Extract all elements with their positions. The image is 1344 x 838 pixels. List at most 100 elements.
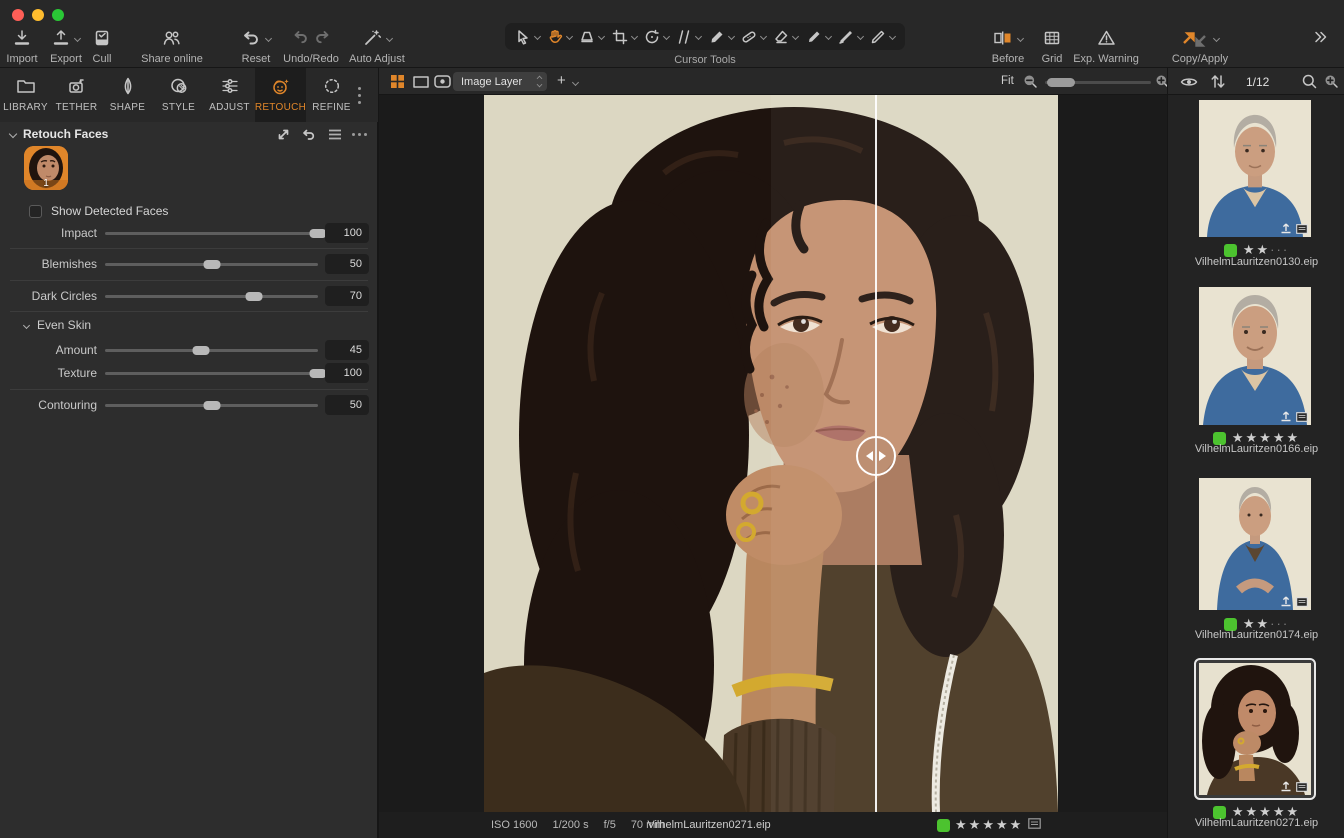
export-button[interactable]: Export <box>44 27 88 65</box>
amount-slider-handle[interactable] <box>192 346 209 355</box>
annotations-icon <box>1296 412 1308 422</box>
add-layer-button[interactable]: + <box>557 72 566 89</box>
impact-slider[interactable] <box>105 232 318 235</box>
thumbnail-0166-filename: VilhelmLauritzen0166.eip <box>1168 443 1344 455</box>
green-color-tag[interactable] <box>937 819 950 832</box>
tab-retouch[interactable]: RETOUCH <box>255 68 306 122</box>
dark-circles-slider[interactable] <box>105 295 318 298</box>
blemishes-slider[interactable] <box>105 263 318 266</box>
search-icon[interactable] <box>1302 74 1317 92</box>
reset-button[interactable]: Reset <box>228 27 284 65</box>
tab-refine[interactable]: REFINE <box>306 68 357 122</box>
thumbnail-0271[interactable] <box>1199 663 1311 795</box>
add-layer-chevron-icon[interactable] <box>572 79 579 86</box>
zoom-slider[interactable] <box>1045 81 1151 84</box>
blemishes-value[interactable]: 50 <box>325 254 369 274</box>
proof-view-icon[interactable] <box>434 75 451 91</box>
texture-slider-handle[interactable] <box>310 369 327 378</box>
panel-presets-icon[interactable] <box>328 129 342 140</box>
panel-collapse-chevron-icon[interactable] <box>9 130 17 138</box>
show-detected-faces-label: Show Detected Faces <box>51 204 168 218</box>
contouring-value[interactable]: 50 <box>325 395 369 415</box>
multi-view-icon[interactable] <box>391 75 404 91</box>
browser-filter-eye-icon[interactable] <box>1180 76 1198 91</box>
spot-removal-tool-button[interactable] <box>709 29 734 45</box>
draw-mask-tool-button[interactable] <box>806 29 831 45</box>
before-toggle-button[interactable]: Before <box>980 27 1036 65</box>
tab-adjust[interactable]: ADJUST <box>204 68 255 122</box>
tab-adjust-label: ADJUST <box>209 102 250 113</box>
crop-tool-button[interactable] <box>612 29 637 45</box>
minimize-window-button[interactable] <box>32 9 44 21</box>
undo-redo-button[interactable]: Undo/Redo <box>278 27 344 65</box>
zoom-out-icon[interactable] <box>1023 74 1038 92</box>
cull-button[interactable]: Cull <box>84 27 120 65</box>
face-chip-number: 1 <box>24 178 68 189</box>
tab-overflow-menu-icon[interactable] <box>358 87 361 104</box>
show-detected-faces-checkbox[interactable] <box>29 205 42 218</box>
rotate-tool-button[interactable] <box>644 29 669 45</box>
redo-icon[interactable] <box>313 28 331 49</box>
select-tool-button[interactable] <box>515 29 540 45</box>
panel-more-icon[interactable] <box>352 133 367 136</box>
linear-gradient-tool-button[interactable] <box>838 29 863 45</box>
metadata-list-icon[interactable] <box>1028 818 1041 832</box>
zoom-window-button[interactable] <box>52 9 64 21</box>
pan-tool-button[interactable] <box>547 29 572 45</box>
blemishes-slider-handle[interactable] <box>203 260 220 269</box>
straighten-tool-button[interactable] <box>676 29 701 45</box>
single-view-icon[interactable] <box>413 76 429 91</box>
layer-select[interactable]: Image Layer <box>453 72 547 91</box>
thumbnail-0166[interactable] <box>1199 287 1311 425</box>
undo-icon[interactable] <box>292 28 310 49</box>
close-window-button[interactable] <box>12 9 24 21</box>
texture-slider[interactable] <box>105 372 318 375</box>
before-after-divider-handle[interactable] <box>856 436 896 476</box>
sort-order-icon[interactable] <box>1210 74 1226 92</box>
thumbnail-0130[interactable] <box>1199 100 1311 237</box>
texture-label: Texture <box>0 366 97 380</box>
erase-tool-button[interactable] <box>773 29 798 45</box>
thumbnail-0174[interactable] <box>1199 478 1311 610</box>
toolbar-overflow-icon[interactable] <box>1312 30 1328 47</box>
radial-gradient-tool-button[interactable] <box>870 29 895 45</box>
tab-library[interactable]: LIBRARY <box>0 68 51 122</box>
tab-style-label: STYLE <box>162 102 195 113</box>
amount-value[interactable]: 45 <box>325 340 369 360</box>
import-button[interactable]: Import <box>2 27 42 65</box>
dark-circles-value[interactable]: 70 <box>325 286 369 306</box>
contouring-slider-handle[interactable] <box>203 401 220 410</box>
detected-face-chip[interactable]: 1 <box>24 146 68 190</box>
amount-slider[interactable] <box>105 349 318 352</box>
annotations-icon <box>1296 597 1308 607</box>
green-color-tag[interactable] <box>1224 244 1237 257</box>
browser-zoom-icon[interactable] <box>1324 74 1339 92</box>
dark-circles-slider-handle[interactable] <box>246 292 263 301</box>
auto-adjust-button[interactable]: Auto Adjust <box>344 27 410 65</box>
impact-value[interactable]: 100 <box>325 223 369 243</box>
panel-reset-icon[interactable] <box>302 128 316 141</box>
loupe-tool-button[interactable] <box>579 29 604 45</box>
dark-circles-slider-row: Dark Circles 70 <box>0 286 378 306</box>
impact-slider-handle[interactable] <box>310 229 327 238</box>
current-image-rating[interactable]: ★★★★★ <box>937 817 1041 833</box>
tab-shape[interactable]: SHAPE <box>102 68 153 122</box>
even-skin-section-header[interactable]: Even Skin <box>24 318 91 332</box>
contouring-slider[interactable] <box>105 404 318 407</box>
heal-tool-button[interactable] <box>741 29 766 45</box>
fit-zoom-label[interactable]: Fit <box>1001 75 1014 87</box>
thumbnail-0271-filename: VilhelmLauritzen0271.eip <box>1168 817 1344 829</box>
copy-apply-button[interactable]: Copy/Apply <box>1164 27 1236 65</box>
grid-toggle-button[interactable]: Grid <box>1034 27 1070 65</box>
share-online-button[interactable]: Share online <box>133 27 211 65</box>
retouch-face-icon <box>271 77 291 98</box>
zoom-slider-handle[interactable] <box>1047 78 1075 87</box>
copy-apply-label: Copy/Apply <box>1172 53 1228 65</box>
exposure-warning-button[interactable]: Exp. Warning <box>1068 27 1144 65</box>
texture-value[interactable]: 100 <box>325 363 369 383</box>
star-rating[interactable]: ★★★★★ <box>955 817 1023 833</box>
panel-detach-icon[interactable] <box>277 128 290 141</box>
cull-icon <box>93 27 111 49</box>
tab-style[interactable]: STYLE <box>153 68 204 122</box>
tab-tether[interactable]: TETHER <box>51 68 102 122</box>
